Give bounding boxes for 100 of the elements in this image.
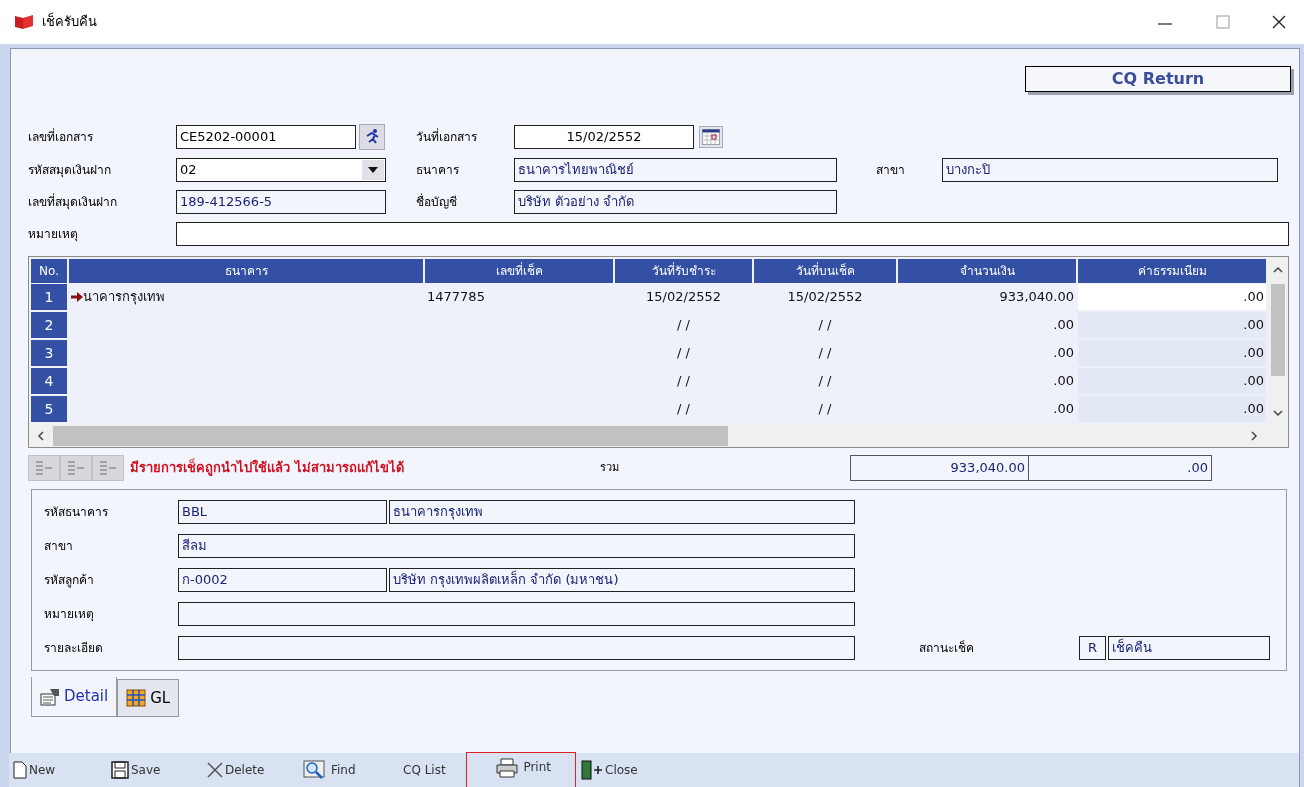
minimize-icon [1158,23,1172,25]
input-field[interactable]: เช็คคืน [1108,636,1270,660]
row-number: 4 [31,368,67,394]
toolbar-button[interactable]: Save [111,755,201,785]
table-cell-text: / / [676,372,691,391]
input-field[interactable]: R [1079,636,1106,660]
table-cell: นาคารกรุงเทพ [69,284,423,310]
column-header[interactable]: ธนาคาร [69,259,423,283]
field-label: เลขที่เอกสาร [28,128,94,146]
toolbar-button[interactable]: Close [581,755,657,785]
calendar-button[interactable] [699,126,723,148]
table-cell: .00 [1078,368,1266,394]
spreadsheet-icon [126,689,147,707]
table-cell-text: .00 [1052,344,1075,363]
table-cell: .00 [1078,396,1266,422]
table-cell-text: .00 [1052,372,1075,391]
column-header[interactable]: วันที่รับชำระ [615,259,752,283]
toolbar-button[interactable]: Delete [207,755,297,785]
table-cell-text: 15/02/2552 [645,288,722,307]
table-cell-text: .00 [1052,400,1075,419]
table-cell-text: / / [817,344,833,363]
input-field[interactable]: CE5202-00001 [176,125,356,149]
field-label: วันที่เอกสาร [416,128,478,146]
input-field[interactable]: บริษัท กรุงเทพผลิตเหล็ก จำกัด (มหาชน) [389,568,855,592]
field-label: รายละเอียด [44,640,104,657]
total-fee: .00 [1186,459,1209,478]
row-number: 3 [31,340,67,366]
tab[interactable]: GL [117,679,180,717]
dropdown-caret-icon [368,167,378,173]
input-field[interactable] [178,602,855,626]
scroll-up-icon [1273,266,1283,274]
table-cell: .00 [1078,340,1266,366]
column-header[interactable]: วันที่บนเช็ค [754,259,896,283]
field-label: รหัสธนาคาร [44,504,109,521]
field-label: ธนาคาร [416,162,460,179]
toolbar-button[interactable]: Find [303,755,397,785]
row-number: 5 [31,396,67,422]
total-amount: 933,040.00 [851,456,1029,480]
table-cell-text: 933,040.00 [998,288,1075,307]
close-icon [1272,15,1286,29]
tab[interactable]: Detail [31,677,118,717]
scroll-down-icon [1273,409,1283,417]
table-cell-text: / / [817,400,833,419]
field-label: ชื่อบัญชี [416,193,458,211]
toolbar-button[interactable]: CQ List [403,755,461,785]
input-field[interactable]: บริษัท ตัวอย่าง จำกัด [514,190,837,214]
scroll-right-icon [1250,431,1258,441]
input-field[interactable] [178,636,855,660]
field-label: เลขที่สมุดเงินฝาก [28,193,118,211]
column-header[interactable]: No. [31,259,67,283]
x-icon [207,762,223,778]
list-lines-icon [99,460,117,476]
field-label: รหัสสมุดเงินฝาก [28,162,112,179]
input-field[interactable] [176,222,1289,246]
run-button[interactable] [359,124,385,150]
input-field[interactable]: 15/02/2552 [514,125,694,149]
input-field[interactable]: ธนาคารกรุงเทพ [389,500,855,524]
toolbar-button[interactable]: Print [467,753,575,787]
window-title: เช็ครับคืน [42,12,97,32]
list-lines-icon [67,460,85,476]
toolbar-button[interactable]: New [13,755,105,785]
horizontal-scrollbar[interactable] [29,425,1288,447]
current-row-arrow-icon [71,292,83,302]
column-header[interactable]: ค่าธรรมเนียม [1078,259,1266,283]
scroll-left-icon [37,431,45,441]
input-field[interactable]: สีลม [178,534,855,558]
field-label: หมายเหตุ [28,226,79,243]
table-cell-text: / / [676,316,691,335]
field-label: หมายเหตุ [44,606,95,623]
page-icon [13,761,27,779]
table-cell-text: / / [817,372,833,391]
column-header[interactable]: จำนวนเงิน [898,259,1076,283]
table-cell-text: / / [676,344,691,363]
field-label: สถานะเช็ค [919,639,975,657]
table-cell: .00 [1078,312,1266,338]
form-icon [40,687,60,706]
table-cell-text: / / [817,316,833,335]
total-label: รวม [600,459,620,476]
column-header[interactable]: เลขที่เช็ค [425,259,613,283]
dropdown[interactable]: 02 [176,158,386,182]
input-field[interactable]: ก-0002 [178,568,387,592]
cq-return-button[interactable]: CQ Return [1025,66,1291,92]
input-field[interactable]: BBL [178,500,387,524]
table-cell-text: 1477785 [426,288,486,307]
door-icon [581,760,603,780]
field-label: สาขา [876,162,906,179]
vertical-scrollbar[interactable] [1268,257,1288,423]
table-cell-text: 15/02/2552 [786,288,864,307]
table-cell-text: .00 [1052,316,1075,335]
input-field[interactable]: 189-412566-5 [176,190,386,214]
row-number: 1 [31,284,67,310]
field-label: สาขา [44,538,74,555]
list-lines-icon [35,460,53,476]
field-label: รหัสลูกค้า [44,572,95,589]
input-field[interactable]: บางกะปิ [942,158,1278,182]
input-field[interactable]: ธนาคารไทยพาณิชย์ [514,158,837,182]
table-cell-text: / / [676,400,691,419]
table-cell: .00 [1078,284,1266,310]
maximize-icon [1216,15,1230,29]
calendar-icon [702,129,720,145]
